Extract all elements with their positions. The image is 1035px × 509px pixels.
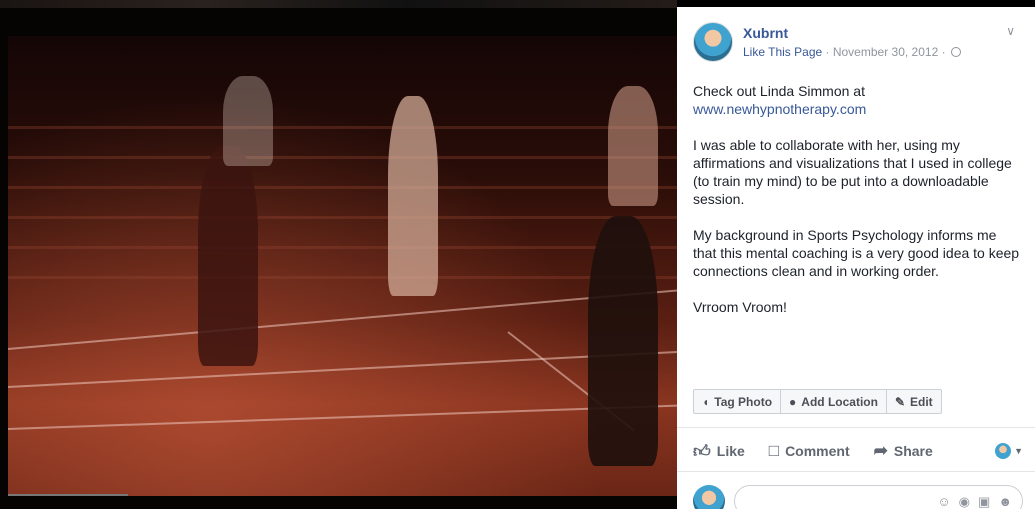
bleacher-line <box>8 246 677 249</box>
paragraph-3: My background in Sports Psychology infor… <box>693 227 1020 279</box>
spectator-figure <box>223 76 273 166</box>
add-location-label: Add Location <box>801 394 878 409</box>
comment-composer: ☺ ◉ ▣ ☻ <box>693 485 1023 509</box>
paragraph-4: Vrroom Vroom! <box>693 299 787 315</box>
emoji-icon[interactable]: ☺ <box>937 494 950 509</box>
share-button[interactable]: ➦ Share <box>874 441 933 461</box>
share-arrow-icon: ➦ <box>873 441 888 460</box>
meta-separator: · <box>822 45 833 59</box>
tag-icon: ◖ <box>702 394 710 409</box>
thumbs-up-icon: 👍︎ <box>693 441 711 461</box>
chevron-down-icon: ▼ <box>1014 446 1023 456</box>
divider <box>677 427 1035 428</box>
tag-photo-button[interactable]: ◖ Tag Photo <box>694 390 782 413</box>
share-label: Share <box>893 443 933 459</box>
like-button[interactable]: 👍︎ Like <box>693 441 745 462</box>
paragraph-2: I was able to collaborate with her, usin… <box>693 137 1012 207</box>
runner-figure <box>198 146 258 366</box>
track-lane <box>8 286 677 350</box>
divider <box>677 471 1035 472</box>
track-lane <box>8 349 677 388</box>
chevron-down-icon[interactable]: ∨ <box>1006 24 1015 38</box>
meta-separator: · <box>938 45 949 59</box>
track-lane <box>8 403 677 430</box>
sticker-icon[interactable]: ☻ <box>998 494 1012 509</box>
post-meta: Like This Page · November 30, 2012 · <box>743 45 961 59</box>
comment-tools: ☺ ◉ ▣ ☻ <box>937 494 1012 509</box>
like-label: Like <box>716 443 745 459</box>
photo-tools: ◖ Tag Photo ● Add Location ✎ Edit <box>693 389 942 414</box>
avatar <box>995 443 1012 459</box>
bleacher-line <box>8 216 677 219</box>
avatar[interactable] <box>693 22 733 62</box>
post-actions: 👍︎ Like □ Comment ➦ Share ▼ <box>693 435 1023 467</box>
location-pin-icon: ● <box>789 394 797 409</box>
post-panel: Xubrnt Like This Page · November 30, 201… <box>677 7 1035 509</box>
post-body: Check out Linda Simmon at www.newhypnoth… <box>693 82 1023 334</box>
spectator-figure <box>608 86 658 206</box>
top-strip <box>0 0 677 8</box>
spectator-figure <box>388 96 438 296</box>
pencil-icon: ✎ <box>894 394 906 409</box>
edit-label: Edit <box>910 394 933 409</box>
comment-input[interactable]: ☺ ◉ ▣ ☻ <box>734 485 1023 509</box>
like-page-link[interactable]: Like This Page <box>743 45 822 59</box>
edit-button[interactable]: ✎ Edit <box>887 390 941 413</box>
bleacher-line <box>8 126 677 129</box>
comment-label: Comment <box>785 443 850 459</box>
add-location-button[interactable]: ● Add Location <box>781 390 887 413</box>
post-as-selector[interactable]: ▼ <box>995 443 1023 459</box>
paragraph-text: Check out Linda Simmon at <box>693 83 865 99</box>
website-link[interactable]: www.newhypnotherapy.com <box>693 101 866 117</box>
camera-icon[interactable]: ◉ <box>959 494 970 509</box>
bleacher-line <box>8 186 677 189</box>
comment-button[interactable]: □ Comment <box>769 441 850 461</box>
paragraph-1: Check out Linda Simmon at www.newhypnoth… <box>693 82 1023 118</box>
gif-icon[interactable]: ▣ <box>978 494 990 509</box>
spectator-figure <box>588 216 658 466</box>
bleacher-line <box>8 276 677 279</box>
page-name[interactable]: Xubrnt <box>743 25 788 41</box>
speech-bubble-icon: □ <box>768 441 780 460</box>
post-date[interactable]: November 30, 2012 <box>833 45 938 59</box>
photo[interactable] <box>8 36 677 496</box>
photo-viewer <box>0 0 677 509</box>
globe-icon <box>950 47 961 57</box>
tag-photo-label: Tag Photo <box>714 394 773 409</box>
avatar <box>693 485 725 509</box>
bleacher-line <box>8 156 677 159</box>
loading-bar <box>8 494 128 496</box>
post-header: Xubrnt Like This Page · November 30, 201… <box>693 22 1023 66</box>
